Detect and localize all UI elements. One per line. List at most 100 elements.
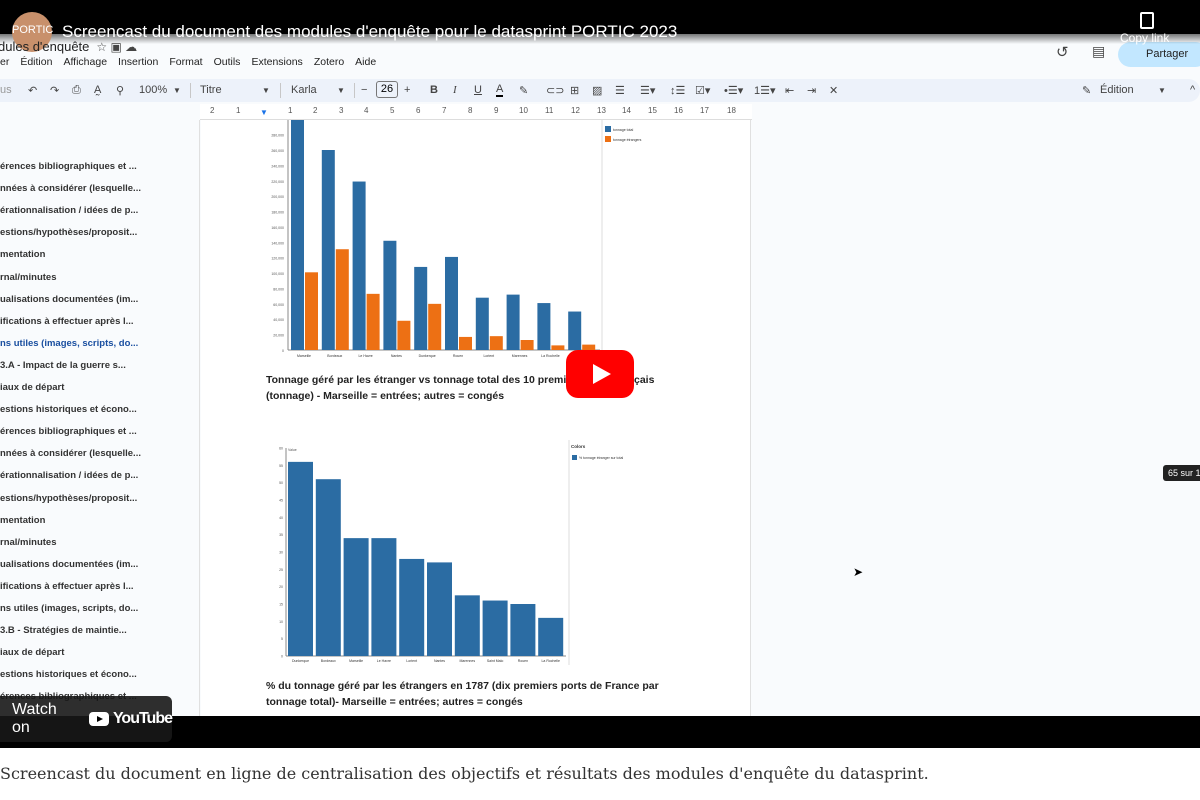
doc-title-text: dules d'enquête (0, 39, 90, 54)
chart2-ytick: 50 (279, 481, 283, 485)
copy-link-label[interactable]: Copy link (1120, 31, 1169, 45)
mouse-cursor-icon: ➤ (853, 565, 864, 579)
chart1-bar-foreign (489, 336, 503, 350)
embed-caption: Screencast du document en ligne de centr… (0, 764, 929, 783)
chart2-bar (510, 604, 536, 656)
chart2-ytick: 45 (279, 499, 283, 503)
chart1-ytick: 160,000 (271, 226, 284, 230)
chart1-xtick: La Rochelle (541, 354, 560, 358)
chart2-xtick: Rouen (518, 659, 528, 663)
youtube-play-icon (88, 712, 109, 726)
chart1-xtick: Rouen (453, 354, 463, 358)
chart1-bar-total (506, 294, 520, 350)
chart2-xtick: Marseille (349, 659, 363, 663)
play-button[interactable] (566, 350, 634, 398)
copy-link-icon[interactable] (1140, 12, 1154, 29)
chart1-bar-foreign (551, 345, 565, 350)
chart1-xtick: Le Havre (358, 354, 372, 358)
chart2-ytick: 60 (279, 447, 283, 451)
chart1-ytick: 280,000 (271, 134, 284, 138)
chart2-bar (399, 558, 425, 656)
chart1-legend-swatch (605, 136, 611, 142)
chart1-bar-total (475, 297, 489, 350)
chart1-bar-total (383, 240, 397, 350)
chart1-bar-total (414, 266, 428, 350)
chart1-ytick: 260,000 (271, 149, 284, 153)
chart1-bar-foreign (397, 320, 411, 350)
folder-icon: ▣ (107, 40, 122, 54)
chart2-bar (343, 538, 369, 656)
chart1-bar-foreign (428, 303, 442, 350)
doc-title: dules d'enquête ☆ ▣ ☁ (0, 39, 137, 54)
chart1-bar-total (352, 181, 366, 350)
chart2-bar (371, 538, 397, 656)
youtube-logo: YouTube (88, 710, 173, 728)
chart1-bar-total (568, 311, 582, 350)
chart2-bar (427, 562, 452, 656)
chart1-ytick: 0 (282, 349, 284, 353)
chart2-xtick: Saint Malo (487, 659, 504, 663)
chart1-legend-swatch (605, 126, 611, 132)
chart1-ytick: 200,000 (271, 195, 284, 199)
chart1-ytick: 40,000 (273, 318, 284, 322)
chart1-legend-label: tonnage étrangers (613, 138, 642, 142)
chart2-xtick: Lorient (406, 659, 417, 663)
chart1-ytick: 20,000 (273, 334, 284, 338)
chart1-xtick: Nantes (391, 354, 402, 358)
chart1-xtick: Lorient (483, 354, 494, 358)
chart2-xtick: Dunkerque (292, 659, 309, 663)
chart1-ytick: 240,000 (271, 164, 284, 168)
chart2-xtick: La Rochelle (541, 659, 560, 663)
chart1-ytick: 100,000 (271, 272, 284, 276)
chart1-bar-foreign (305, 272, 318, 350)
page-count-badge: 65 sur 1 (1163, 465, 1200, 481)
chart1-bar-total (321, 150, 335, 350)
chart1-ytick: 60,000 (273, 303, 284, 307)
chart2-xtick: Nantes (434, 659, 445, 663)
chart2-bar (538, 617, 564, 656)
watch-on-label: Watch on (12, 701, 57, 736)
chart2-bar (288, 461, 313, 656)
chart1-ytick: 140,000 (271, 241, 284, 245)
chart1-bar-total (291, 120, 304, 350)
video-title-link[interactable]: Screencast du document des modules d'enq… (62, 22, 677, 42)
chart2-ytick: 0 (281, 655, 283, 659)
chart1-ytick: 120,000 (271, 257, 284, 261)
chart1-xtick: Bordeaux (327, 354, 342, 358)
chart1-bar-foreign (335, 249, 349, 350)
star-icon: ☆ (93, 40, 108, 54)
youtube-embed[interactable]: er Édition Affichage Insertion Format Outils E… (0, 0, 1200, 748)
chart2-ytick: 25 (279, 568, 283, 572)
chart2-ytick: 40 (279, 516, 283, 520)
chart2-ytick: 30 (279, 551, 283, 555)
chart2-xtick: Marennes (460, 659, 476, 663)
chart1-legend-label: tonnage total (613, 128, 633, 132)
chart1-bar-total (445, 256, 458, 350)
chart2-legend-swatch (572, 455, 577, 460)
chart1-ytick: 180,000 (271, 211, 284, 215)
chart1-xtick: Marseille (297, 354, 311, 358)
watch-on-youtube-button[interactable]: Watch on YouTube (0, 696, 173, 742)
chart1-bar-foreign (520, 340, 534, 350)
youtube-wordmark: YouTube (112, 710, 173, 727)
chart1-ytick: 80,000 (273, 287, 284, 291)
chart2-ytick: 55 (279, 464, 283, 468)
chart2-bar (315, 479, 341, 656)
chart2-bar (482, 600, 508, 656)
chart1-bar-foreign (459, 336, 472, 350)
chart2-legend-label: % tonnage étranger sur total (579, 456, 623, 460)
chart1-bar-total (537, 303, 551, 350)
cloud-icon: ☁ (121, 40, 138, 54)
chart2-ytick: 20 (279, 585, 283, 589)
chart2-ytick: 35 (279, 533, 283, 537)
chart2-xtick: Bordeaux (321, 659, 336, 663)
chart2-legend-title: Colors (571, 444, 586, 449)
chart1-bar-foreign (366, 293, 380, 350)
chart1-ytick: 220,000 (271, 180, 284, 184)
chart1-xtick: Marennes (512, 354, 528, 358)
chart2-ytick: 5 (281, 637, 283, 641)
chart2-ytick: 10 (279, 620, 283, 624)
chart2-bar (454, 595, 480, 656)
chart2-xtick: Le Havre (377, 659, 391, 663)
chart2-ylabel: Value (288, 448, 297, 452)
